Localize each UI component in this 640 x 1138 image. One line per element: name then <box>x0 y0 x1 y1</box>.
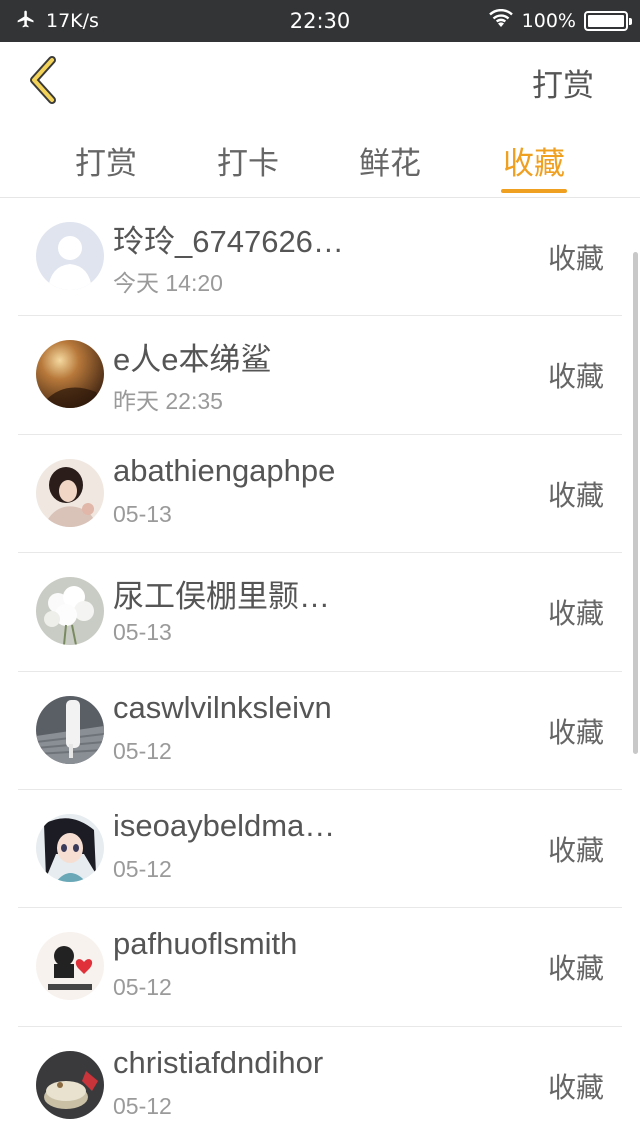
battery-percent: 100% <box>521 10 576 32</box>
anime-girl-avatar <box>36 813 104 882</box>
tab-checkin[interactable]: 打卡 <box>188 122 308 198</box>
list-item[interactable]: e人e本绨鲨 昨天 22:35 收藏 <box>18 316 622 435</box>
list-item[interactable]: iseoaybeldma… 05-12 收藏 <box>18 790 622 909</box>
default-user-avatar <box>36 222 104 290</box>
back-button[interactable] <box>18 55 68 109</box>
item-time: 昨天 22:35 <box>113 388 223 415</box>
favorite-label: 收藏 <box>547 243 604 274</box>
list-item[interactable]: 玲玲_6747626… 今天 14:20 收藏 <box>18 198 622 317</box>
user-name: e人e本绨鲨 <box>113 342 272 378</box>
status-right: 100% <box>488 0 632 42</box>
user-name: pafhuoflsmith <box>113 926 298 962</box>
item-time: 05-12 <box>113 855 172 882</box>
list-item[interactable]: christiafdndihor 05-12 收藏 <box>18 1027 622 1138</box>
favorite-label: 收藏 <box>547 479 604 511</box>
item-time: 05-13 <box>113 619 172 646</box>
tab-reward[interactable]: 打赏 <box>46 122 166 198</box>
user-name: christiafdndihor <box>113 1044 324 1080</box>
status-left: 17K/s <box>16 0 99 42</box>
item-time: 05-13 <box>113 500 172 527</box>
girl-photo-avatar <box>36 458 104 527</box>
user-name: 尿工俣棚里颢… <box>113 579 330 615</box>
list-item[interactable]: caswlvilnksleivn 05-12 收藏 <box>18 672 622 790</box>
cake-photo-avatar <box>36 1050 104 1119</box>
wifi-icon <box>488 8 514 34</box>
active-tab-indicator <box>501 189 567 193</box>
tab-flowers[interactable]: 鲜花 <box>330 122 450 198</box>
list-item[interactable]: abathiengaphpe 05-13 收藏 <box>18 435 622 554</box>
white-flowers-avatar <box>36 577 104 646</box>
item-time: 05-12 <box>113 974 172 1001</box>
sunset-photo-avatar <box>36 340 104 409</box>
favorite-label: 收藏 <box>547 361 604 393</box>
cartoon-heart-avatar <box>36 932 104 1001</box>
tab-favorites[interactable]: 收藏 <box>474 122 594 198</box>
user-name: caswlvilnksleivn <box>113 689 332 725</box>
list-item[interactable]: 尿工俣棚里颢… 05-13 收藏 <box>18 553 622 672</box>
favorite-label: 收藏 <box>547 598 604 630</box>
item-time: 今天 14:20 <box>113 270 223 296</box>
tab-bar: 打赏 打卡 鲜花 收藏 <box>0 122 640 198</box>
airplane-icon <box>16 9 36 34</box>
user-name: abathiengaphpe <box>113 452 336 488</box>
favorite-label: 收藏 <box>547 834 604 866</box>
user-name: iseoaybeldma… <box>113 807 336 843</box>
favorites-list: 玲玲_6747626… 今天 14:20 收藏 e人e本绨鲨 昨天 22:35 … <box>0 198 640 1138</box>
favorite-label: 收藏 <box>547 953 604 985</box>
item-time: 05-12 <box>113 1092 172 1119</box>
chevron-left-icon <box>26 55 60 109</box>
item-time: 05-12 <box>113 737 172 764</box>
user-name: 玲玲_6747626… <box>113 224 344 259</box>
favorite-label: 收藏 <box>547 1071 604 1103</box>
street-photo-avatar <box>36 695 104 764</box>
scrollbar[interactable] <box>633 252 638 754</box>
reward-button[interactable]: 打赏 <box>532 42 594 122</box>
favorite-label: 收藏 <box>547 716 604 748</box>
network-speed: 17K/s <box>46 10 99 32</box>
status-bar: 17K/s 22:30 100% <box>0 0 640 42</box>
list-item[interactable]: pafhuoflsmith 05-12 收藏 <box>18 908 622 1027</box>
battery-icon <box>584 11 632 31</box>
header: 打赏 <box>0 42 640 122</box>
